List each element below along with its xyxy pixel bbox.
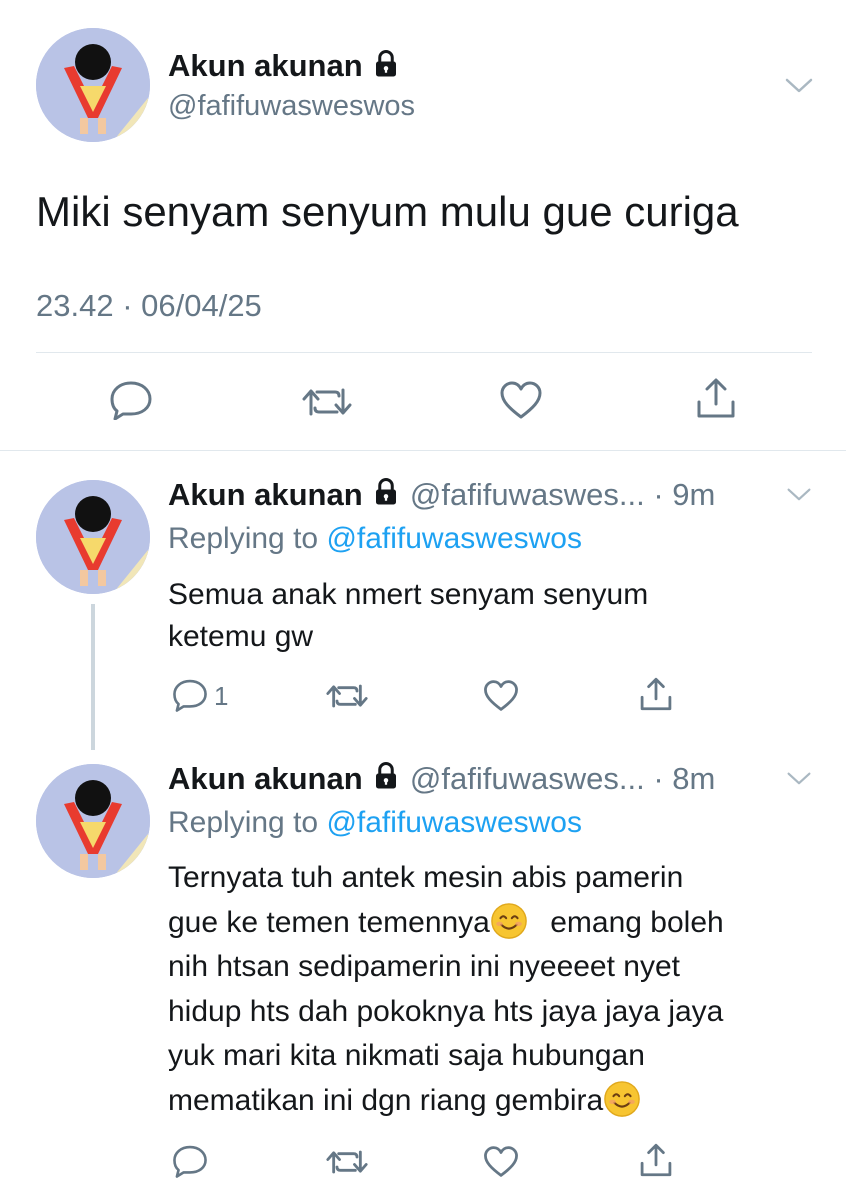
replying-label: Replying to: [168, 522, 319, 555]
replying-label: Replying to: [168, 806, 319, 839]
retweet-icon[interactable]: [301, 384, 353, 420]
handle[interactable]: @fafifuwaswes...: [410, 477, 645, 512]
replying-to: Replying to @fafifuwasweswos: [168, 804, 582, 842]
reply-text-line: ketemu gw: [168, 620, 314, 653]
display-name-text[interactable]: Akun akunan: [168, 48, 363, 83]
timestamp[interactable]: 23.42 · 06/04/25: [36, 286, 262, 326]
replying-handle-link[interactable]: @fafifuwasweswos: [326, 522, 582, 555]
reply-text-line: nih htsan sedipamerin ini nyeeeet nyet: [168, 950, 680, 983]
like-icon[interactable]: [483, 1145, 519, 1178]
reply-text-fragment: mematikan ini dgn riang gembira: [168, 1083, 604, 1117]
display-name[interactable]: Akun akunan: [168, 761, 363, 796]
tweet-text: Miki senyam senyum mulu gue curiga: [36, 188, 739, 235]
reply-text: Ternyata tuh antek mesin abis pamerin gu…: [168, 856, 724, 1123]
handle[interactable]: @fafifuwasweswos: [168, 88, 415, 124]
chevron-down-icon[interactable]: [786, 768, 812, 788]
reply-count: 1: [214, 681, 229, 711]
chevron-down-icon[interactable]: [786, 484, 812, 504]
reply-text-line: Ternyata tuh antek mesin abis pamerin: [168, 861, 684, 894]
lock-icon: [371, 477, 401, 516]
time-ago[interactable]: · 8m: [653, 761, 715, 796]
share-icon[interactable]: [638, 1142, 674, 1178]
time-ago[interactable]: · 9m: [653, 477, 715, 512]
reply-text-line: hidup hts dah pokoknya hts jaya jaya jay…: [168, 994, 724, 1028]
divider: [36, 352, 812, 353]
avatar[interactable]: [36, 28, 150, 142]
reply-text-fragment: emang boleh: [550, 905, 724, 939]
retweet-icon[interactable]: [325, 681, 369, 711]
reply-text-line: Semua anak nmert senyam senyum: [168, 578, 649, 611]
avatar[interactable]: [36, 764, 150, 878]
display-name[interactable]: Akun akunan: [168, 48, 401, 87]
thread-line: [91, 604, 95, 750]
retweet-icon[interactable]: [325, 1147, 369, 1177]
handle[interactable]: @fafifuwaswes...: [410, 761, 645, 796]
reply-icon[interactable]: [172, 1144, 208, 1178]
like-icon[interactable]: [499, 380, 543, 420]
reply-header: Akun akunan @fafifuwaswes... · 9m: [168, 476, 715, 516]
reply-icon[interactable]: [172, 678, 208, 712]
smiling-face-emoji: [603, 1080, 641, 1118]
avatar[interactable]: [36, 480, 150, 594]
divider: [0, 450, 846, 451]
reply-text-line-with-emoji: mematikan ini dgn riang gembira: [168, 1079, 724, 1124]
like-icon[interactable]: [483, 679, 519, 712]
chevron-down-icon[interactable]: [784, 74, 814, 96]
share-icon[interactable]: [694, 376, 738, 420]
reply-text: Semua anak nmert senyam senyum ketemu gw: [168, 574, 648, 658]
reply-header: Akun akunan @fafifuwaswes... · 8m: [168, 760, 715, 800]
share-icon[interactable]: [638, 676, 674, 712]
reply-icon[interactable]: [109, 380, 153, 420]
display-name[interactable]: Akun akunan: [168, 477, 363, 512]
smiling-face-emoji: [490, 902, 528, 940]
replying-to: Replying to @fafifuwasweswos: [168, 520, 582, 558]
reply-text-fragment: gue ke temen temennya: [168, 905, 490, 939]
lock-icon: [371, 49, 401, 87]
reply-text-line-with-emoji: gue ke temen temennya emang boleh: [168, 901, 724, 946]
reply-text-line: yuk mari kita nikmati saja hubungan: [168, 1039, 645, 1072]
replying-handle-link[interactable]: @fafifuwasweswos: [326, 806, 582, 839]
lock-icon: [371, 761, 401, 800]
